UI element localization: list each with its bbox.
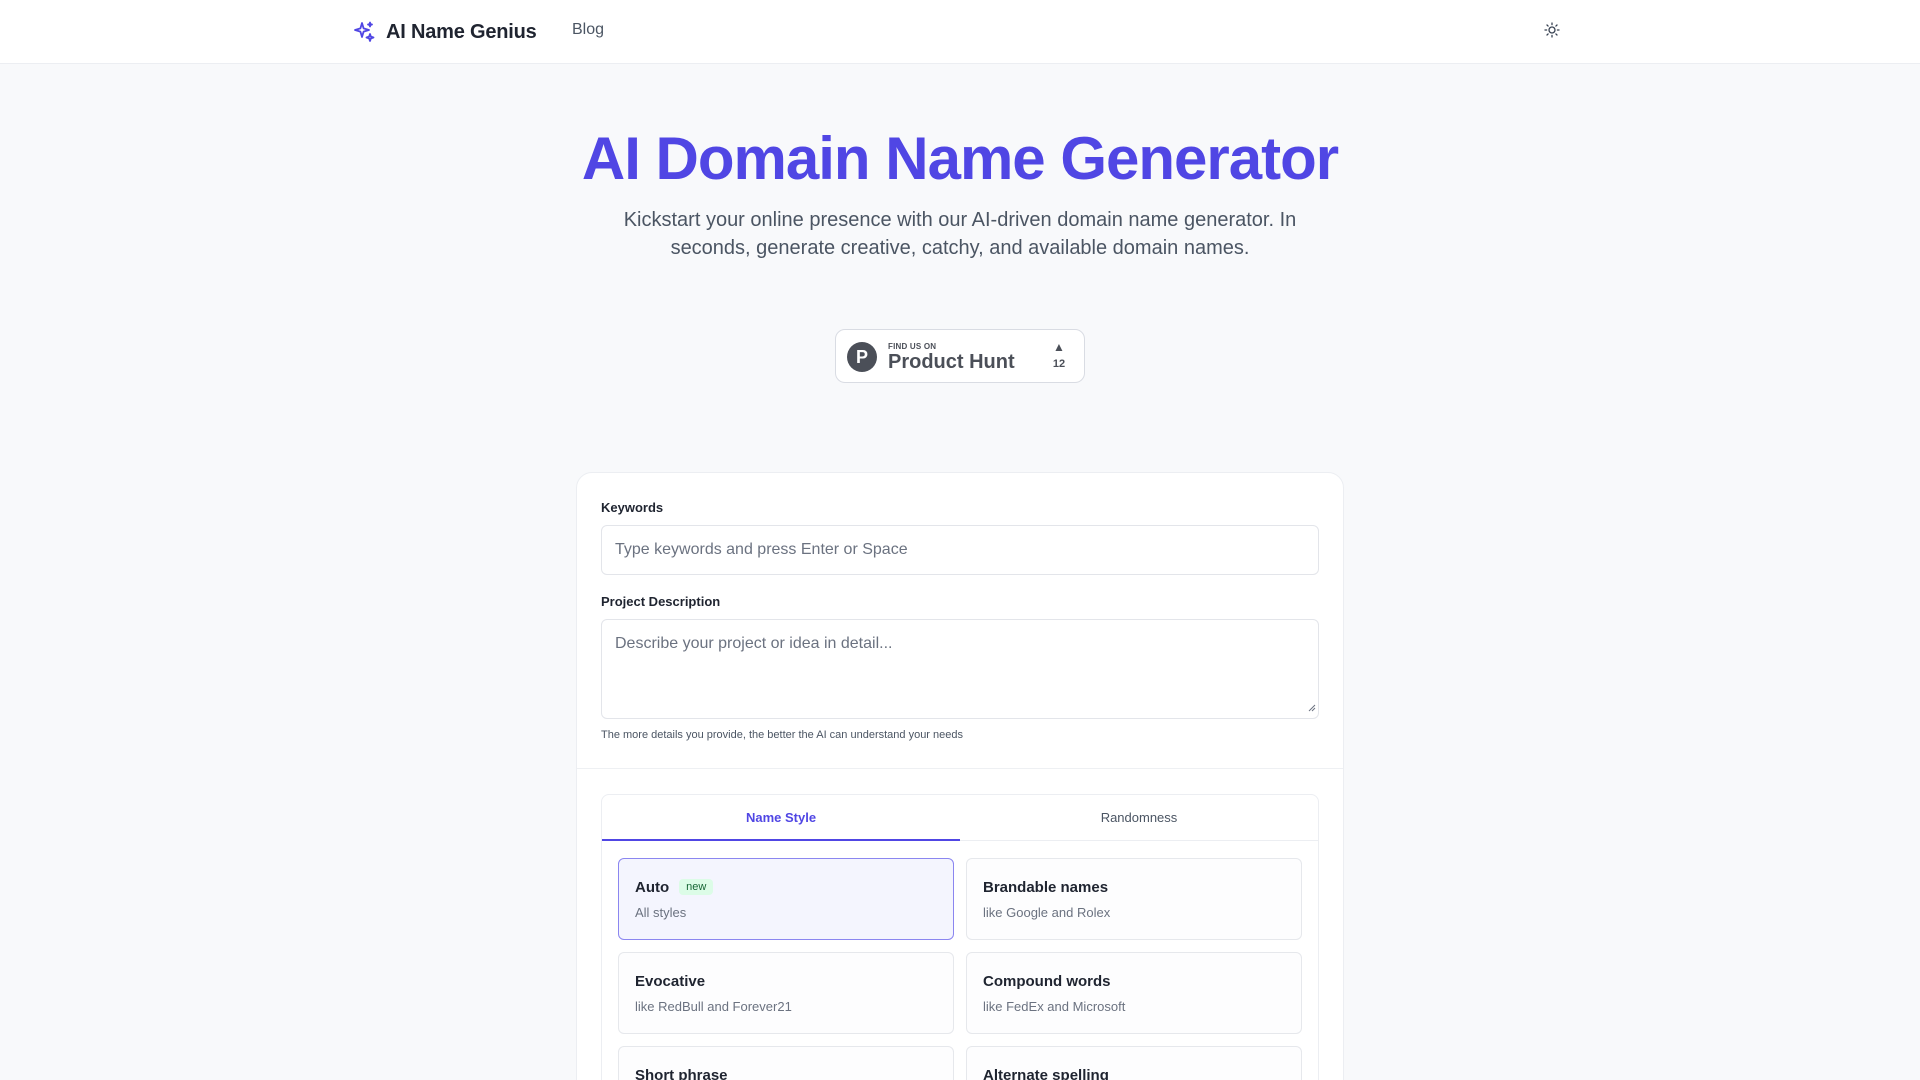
options-tabs: Name Style Randomness Auto new All styles… [601, 794, 1319, 1080]
style-option-desc: like FedEx and Microsoft [983, 999, 1126, 1014]
upvote-counter: ▲ 12 [1046, 341, 1072, 370]
product-hunt-badge[interactable]: P FIND US ON Product Hunt ▲ 12 [835, 329, 1085, 383]
style-option-desc: like Google and Rolex [983, 905, 1111, 920]
upvote-arrow-icon: ▲ [1053, 340, 1065, 354]
upvote-count: 12 [1052, 358, 1066, 370]
top-navbar: AI Name Genius Blog [0, 0, 1920, 64]
style-option-title: Brandable names [983, 879, 1109, 896]
hero-subtitle: Kickstart your online presence with our … [623, 209, 1297, 259]
style-option-title: Compound words [983, 973, 1111, 990]
keywords-label: Keywords [601, 500, 664, 515]
sparkles-icon [352, 20, 376, 44]
product-hunt-logo-icon: P [847, 342, 877, 372]
resize-handle-icon[interactable] [1306, 699, 1316, 717]
product-hunt-caption: FIND US ON [888, 342, 937, 351]
style-option-desc: All styles [635, 905, 687, 920]
style-option-title: Auto new [635, 879, 714, 896]
brand-name: AI Name Genius [386, 20, 537, 43]
generator-form-card: Keywords Type keywords and press Enter o… [576, 472, 1344, 1080]
style-option-brandable[interactable]: Brandable names like Google and Rolex [966, 858, 1302, 940]
tab-name-style[interactable]: Name Style [602, 795, 960, 841]
product-hunt-name: Product Hunt [888, 351, 1015, 373]
style-option-title: Short phrase [635, 1067, 728, 1080]
theme-toggle-button[interactable] [1540, 20, 1564, 44]
description-hint: The more details you provide, the better… [601, 729, 964, 741]
style-option-title: Alternate spelling [983, 1067, 1109, 1080]
section-divider [577, 768, 1343, 769]
new-badge: new [679, 879, 714, 895]
style-option-short-phrase[interactable]: Short phrase [618, 1046, 954, 1080]
brand-logo-link[interactable]: AI Name Genius [352, 19, 537, 45]
style-option-desc: like RedBull and Forever21 [635, 999, 792, 1014]
nav-link-blog[interactable]: Blog [572, 21, 604, 39]
project-description-textarea[interactable]: Describe your project or idea in detail.… [601, 619, 1319, 719]
style-option-auto[interactable]: Auto new All styles [618, 858, 954, 940]
style-option-title: Evocative [635, 973, 706, 990]
style-option-alternate-spelling[interactable]: Alternate spelling [966, 1046, 1302, 1080]
project-description-label: Project Description [601, 594, 721, 609]
description-placeholder: Describe your project or idea in detail.… [615, 635, 893, 652]
sun-icon [1544, 21, 1560, 43]
keywords-input[interactable]: Type keywords and press Enter or Space [601, 525, 1319, 575]
style-option-compound[interactable]: Compound words like FedEx and Microsoft [966, 952, 1302, 1034]
keywords-placeholder: Type keywords and press Enter or Space [615, 541, 908, 558]
page-title: AI Domain Name Generator [581, 125, 1339, 192]
tab-randomness[interactable]: Randomness [960, 795, 1318, 841]
style-option-evocative[interactable]: Evocative like RedBull and Forever21 [618, 952, 954, 1034]
